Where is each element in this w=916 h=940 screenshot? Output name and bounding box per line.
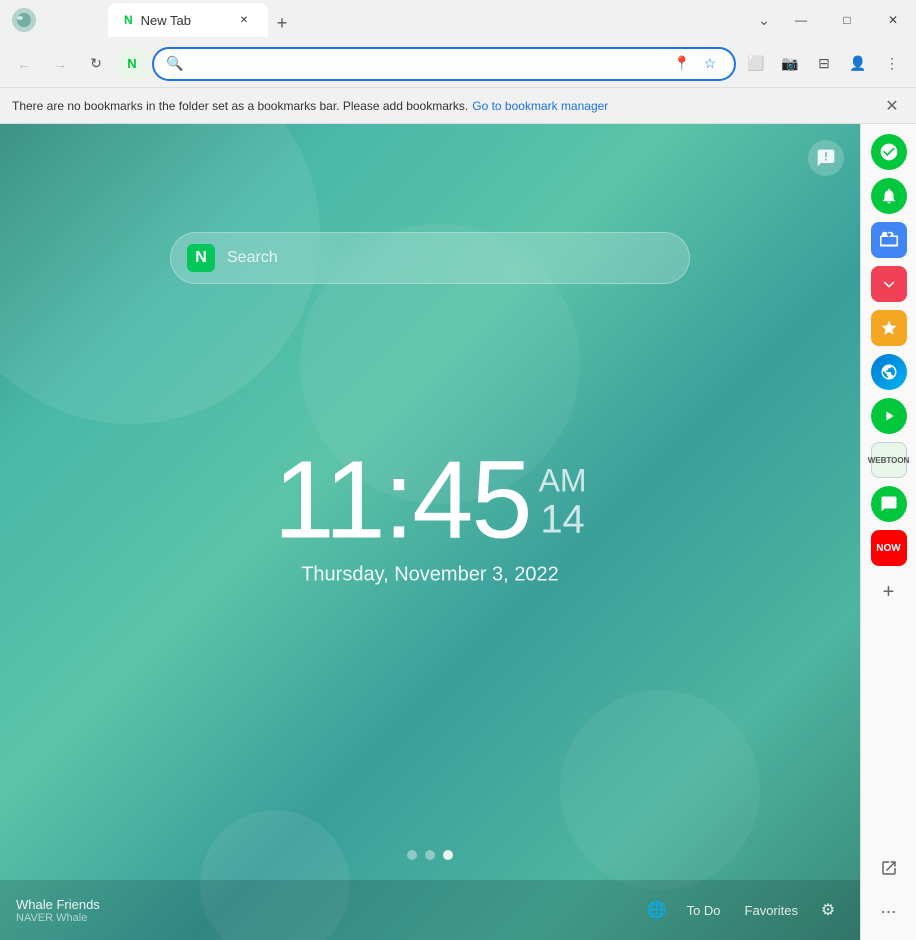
address-input[interactable]: [191, 56, 662, 72]
more-dots-icon: ⋯: [881, 902, 897, 922]
account-button[interactable]: 👤: [842, 48, 874, 80]
split-view-button[interactable]: ⊟: [808, 48, 840, 80]
whale-friends-title: Whale Friends: [16, 897, 100, 912]
todo-button[interactable]: To Do: [677, 897, 731, 924]
forward-button[interactable]: →: [44, 48, 76, 80]
clock-time: 11:45 AM 14: [273, 445, 586, 555]
navigation-bar: ← → ↻ N 🔍 📍 ☆ ⬜ 📷 ⊟ 👤 ⋮: [0, 40, 916, 88]
star-icon[interactable]: ☆: [698, 52, 722, 76]
maximize-button[interactable]: □: [824, 0, 870, 40]
dot-3[interactable]: [443, 850, 453, 860]
content-search-bar[interactable]: N Search: [170, 232, 690, 284]
address-bar[interactable]: 🔍 📍 ☆: [152, 47, 736, 81]
title-bar: N New Tab ✕ + ⌄ — □ ✕: [0, 0, 916, 40]
nav-right-buttons: ⬜ 📷 ⊟ 👤 ⋮: [740, 48, 908, 80]
new-tab-button[interactable]: +: [268, 9, 296, 37]
tab-close-button[interactable]: ✕: [236, 12, 252, 28]
tab-label: New Tab: [141, 13, 191, 28]
sidebar-whale-services[interactable]: [869, 132, 909, 172]
sidebar-open-button[interactable]: [869, 848, 909, 888]
sidebar-work[interactable]: [869, 220, 909, 260]
back-button[interactable]: ←: [8, 48, 40, 80]
main-content: N Search 11:45 AM 14 Thursday, November …: [0, 124, 916, 940]
add-icon: +: [883, 581, 895, 604]
sidebar-play[interactable]: [869, 396, 909, 436]
dots-indicator: [407, 850, 453, 860]
bg-circle-3: [560, 690, 760, 890]
screenshot-button[interactable]: 📷: [774, 48, 806, 80]
favorites-button[interactable]: Favorites: [735, 897, 808, 924]
clock-date: Thursday, November 3, 2022: [273, 563, 586, 586]
sidebar-add-button[interactable]: +: [869, 572, 909, 612]
globe-button[interactable]: 🌐: [641, 894, 673, 926]
sidebar-more-button[interactable]: ⋯: [869, 892, 909, 932]
naver-n-button[interactable]: N: [116, 48, 148, 80]
clock-ampm: AM: [539, 461, 587, 499]
dot-2[interactable]: [425, 850, 435, 860]
window-controls: ⌄ — □ ✕: [778, 0, 916, 40]
sidebar-now[interactable]: NOW: [869, 528, 909, 568]
bottom-actions: 🌐 To Do Favorites ⚙: [641, 894, 844, 926]
favorites-label: Favorites: [745, 903, 798, 918]
menu-button[interactable]: ⋮: [876, 48, 908, 80]
minimize-button[interactable]: —: [778, 0, 824, 40]
collapse-button[interactable]: ⌄: [752, 8, 776, 32]
sidebar-webtoon[interactable]: WEBTOON: [869, 440, 909, 480]
sidebar-star[interactable]: [869, 308, 909, 348]
dot-1[interactable]: [407, 850, 417, 860]
browser-logo: [8, 4, 40, 36]
refresh-button[interactable]: ↻: [80, 48, 112, 80]
todo-label: To Do: [687, 903, 721, 918]
whale-info: Whale Friends NAVER Whale: [16, 897, 100, 924]
chat-button[interactable]: [808, 140, 844, 176]
naver-whale-subtitle: NAVER Whale: [16, 912, 100, 924]
active-tab[interactable]: N New Tab ✕: [108, 3, 268, 37]
clock-hours-minutes: 11:45: [273, 445, 530, 555]
new-tab-page: N Search 11:45 AM 14 Thursday, November …: [0, 124, 860, 940]
sidebar-message[interactable]: [869, 484, 909, 524]
bottom-bar: Whale Friends NAVER Whale 🌐 To Do Favori…: [0, 880, 860, 940]
close-button[interactable]: ✕: [870, 0, 916, 40]
bookmark-bar: There are no bookmarks in the folder set…: [0, 88, 916, 124]
cast-button[interactable]: ⬜: [740, 48, 772, 80]
sidebar-pocket[interactable]: [869, 264, 909, 304]
search-placeholder-text: Search: [227, 249, 278, 267]
address-icons: 📍 ☆: [670, 52, 722, 76]
right-sidebar: WEBTOON NOW + ⋯: [860, 124, 916, 940]
location-icon[interactable]: 📍: [670, 52, 694, 76]
clock-day-number: 14: [539, 500, 587, 540]
bookmark-message: There are no bookmarks in the folder set…: [12, 99, 468, 113]
clock-container: 11:45 AM 14 Thursday, November 3, 2022: [273, 445, 586, 586]
sidebar-edge[interactable]: [869, 352, 909, 392]
clock-ampm-date: AM 14: [539, 461, 587, 539]
search-n-logo: N: [187, 244, 215, 272]
settings-button[interactable]: ⚙: [812, 894, 844, 926]
sidebar-notification[interactable]: [869, 176, 909, 216]
bookmark-manager-link[interactable]: Go to bookmark manager: [472, 99, 608, 113]
search-icon: 🔍: [166, 55, 183, 72]
bookmark-close-button[interactable]: ✕: [880, 94, 904, 118]
